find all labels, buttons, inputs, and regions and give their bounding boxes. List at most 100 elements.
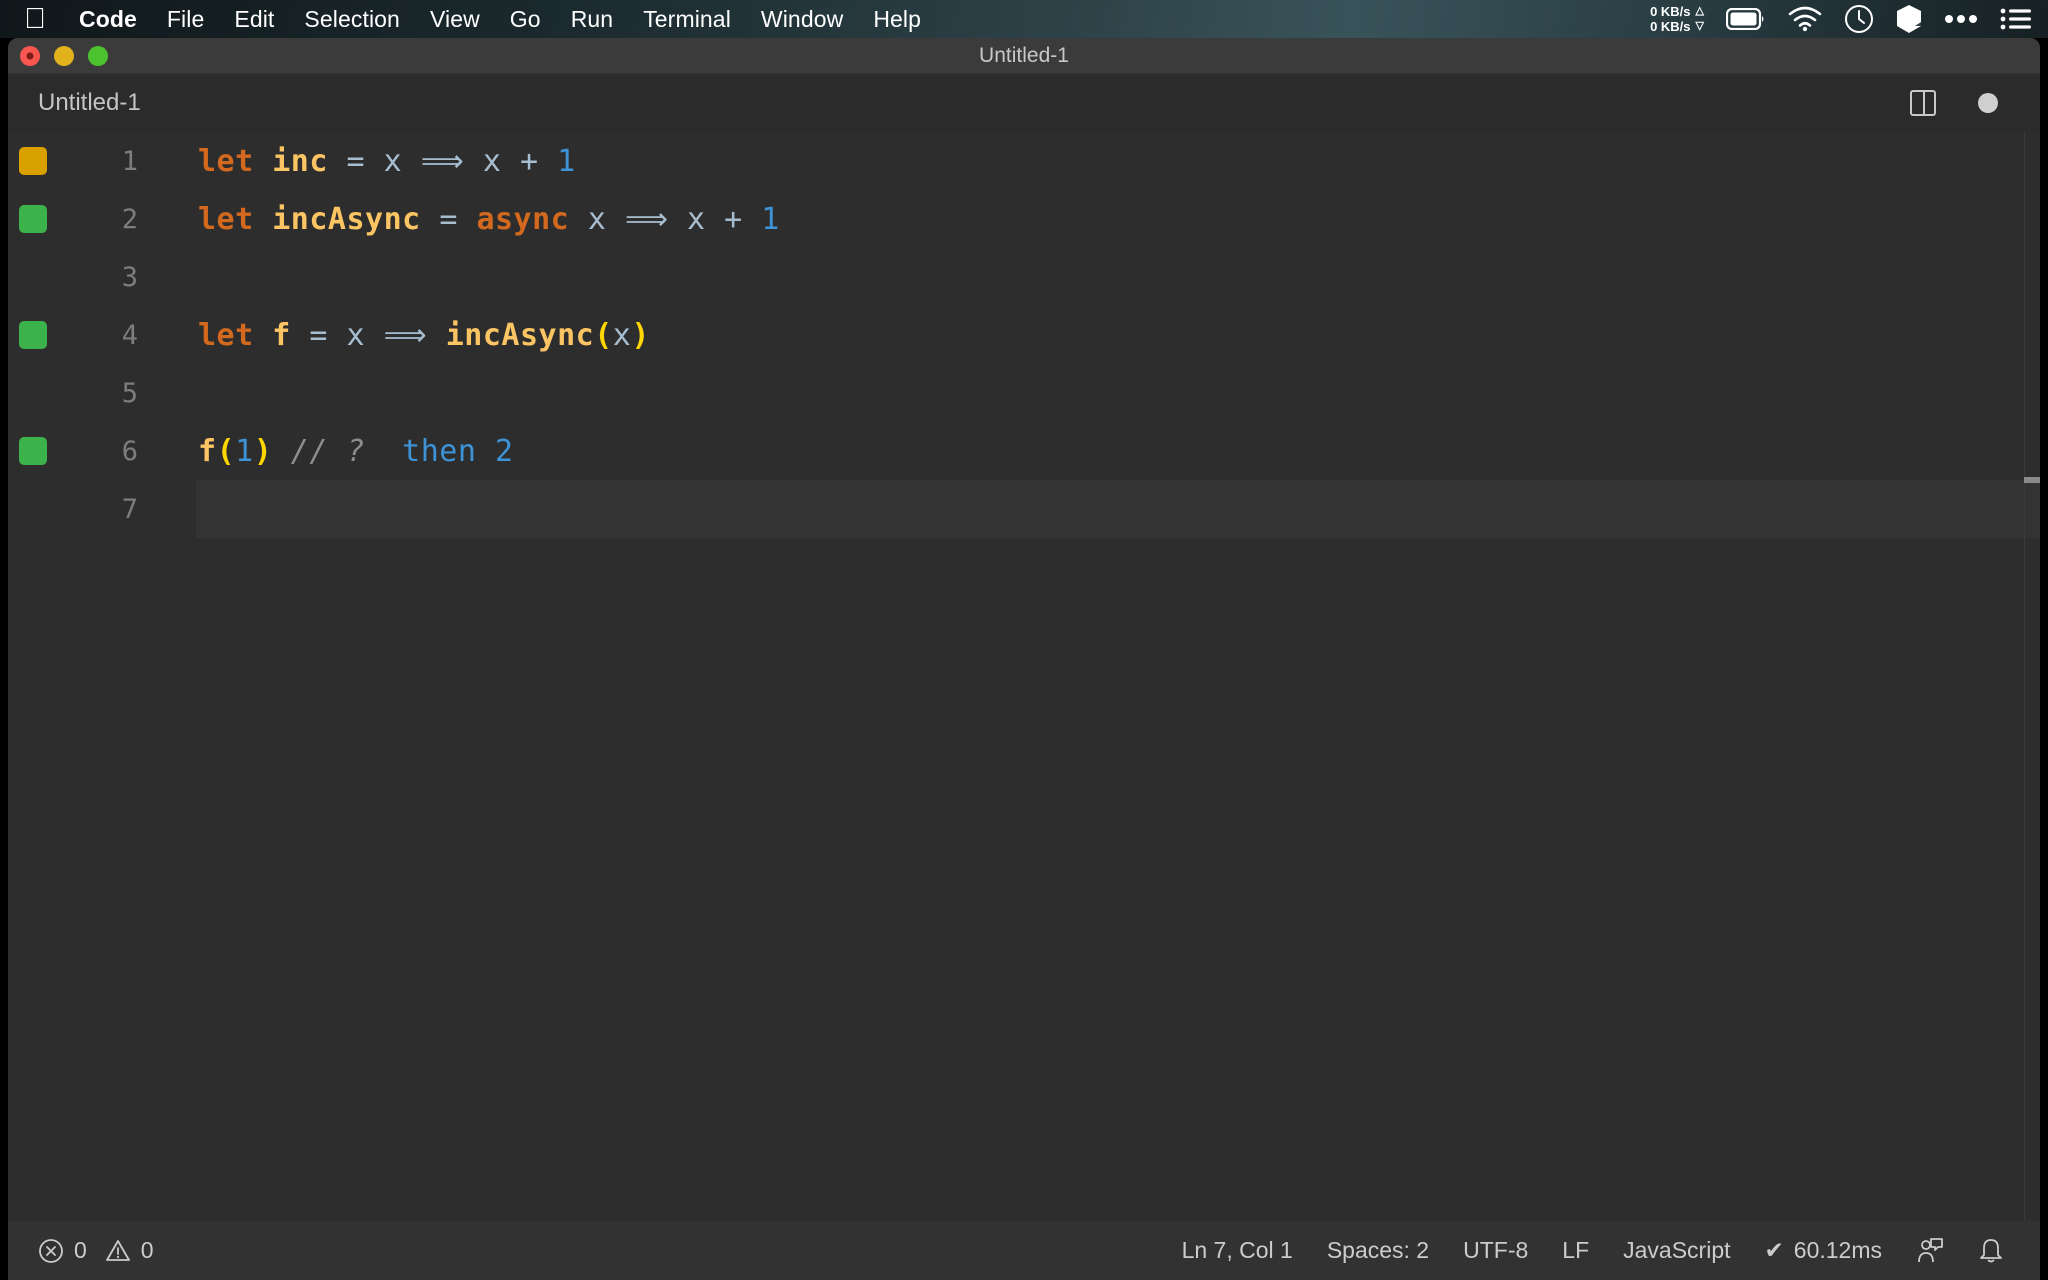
split-editor-icon[interactable] [1910, 90, 1936, 116]
macos-menu-bar:  Code File Edit Selection View Go Run T… [0, 0, 2048, 38]
scrollbar-overview-mark [2024, 477, 2040, 483]
line-number: 5 [121, 377, 138, 409]
code-token: f [272, 317, 310, 353]
menu-item-help[interactable]: Help [858, 6, 936, 33]
warning-icon [105, 1239, 130, 1261]
control-center-icon[interactable] [2000, 7, 2032, 31]
menu-item-view[interactable]: View [415, 6, 495, 33]
line-ending[interactable]: LF [1562, 1237, 1589, 1264]
error-count: 0 [74, 1237, 87, 1263]
code-token: ) [253, 433, 273, 469]
code-line[interactable]: 1 let inc = x ⟹ x + 1 [8, 132, 2040, 190]
code-token: ⟹ [624, 201, 688, 237]
window-title-bar: Untitled-1 [8, 38, 2040, 74]
code-line[interactable]: 6 f(1) // ? then 2 [8, 422, 2040, 480]
code-token: ⟹ [420, 143, 483, 179]
gutter-decoration-green[interactable] [19, 437, 47, 465]
menu-item-run[interactable]: Run [556, 6, 629, 33]
tab-label: Untitled-1 [38, 89, 141, 116]
code-editor[interactable]: 1 let inc = x ⟹ x + 1 2 let incAsync = asyn… [8, 132, 2040, 1221]
unsaved-indicator-dot[interactable] [1978, 93, 1998, 113]
menu-item-code[interactable]: Code [64, 6, 152, 33]
menu-item-file[interactable]: File [152, 6, 219, 33]
line-number: 6 [121, 435, 138, 467]
battery-icon[interactable] [1726, 8, 1766, 30]
feedback-icon[interactable] [1916, 1237, 1944, 1265]
tab-untitled-1[interactable]: Untitled-1 [8, 74, 163, 132]
warning-count: 0 [140, 1237, 154, 1263]
status-bar-left: 0 0 [8, 1237, 154, 1264]
code-token: = [346, 143, 384, 179]
code-token: + [724, 201, 762, 237]
code-token: 2 [495, 433, 514, 469]
menu-item-terminal[interactable]: Terminal [628, 6, 746, 33]
code-token: async [476, 201, 588, 237]
line-number: 1 [121, 145, 138, 177]
code-token: incAsync [445, 317, 595, 353]
code-token: x [482, 143, 520, 179]
code-text: let f = x ⟹ incAsync(x) [198, 318, 650, 353]
network-upload-value: 0 KB/s [1650, 4, 1691, 19]
cursor-position[interactable]: Ln 7, Col 1 [1182, 1237, 1293, 1264]
code-token: incAsync [272, 201, 440, 237]
code-text: f(1) // ? then 2 [198, 434, 514, 469]
window-title: Untitled-1 [979, 43, 1069, 67]
gutter-decoration-green[interactable] [19, 205, 47, 233]
clock-icon[interactable] [1844, 4, 1874, 34]
code-token: // ? [272, 433, 366, 469]
execution-timing[interactable]: ✔ 60.12ms [1765, 1237, 1883, 1264]
menu-item-go[interactable]: Go [495, 6, 556, 33]
menu-item-edit[interactable]: Edit [219, 6, 289, 33]
current-line-highlight [196, 480, 2040, 538]
upload-arrow-icon: △ [1695, 5, 1704, 17]
code-token: x [587, 201, 625, 237]
code-token: let [198, 143, 273, 179]
code-token: inc [272, 143, 347, 179]
code-token: 1 [557, 143, 576, 179]
line-number: 3 [121, 261, 138, 293]
editor-actions [1910, 90, 2040, 116]
editor-tab-bar: Untitled-1 [8, 74, 2040, 132]
code-token: ) [631, 317, 650, 353]
language-mode[interactable]: JavaScript [1623, 1237, 1730, 1264]
file-encoding[interactable]: UTF-8 [1463, 1237, 1528, 1264]
indentation-setting[interactable]: Spaces: 2 [1327, 1237, 1429, 1264]
menu-item-selection[interactable]: Selection [289, 6, 415, 33]
problems-indicator[interactable]: 0 0 [38, 1237, 154, 1264]
error-icon [39, 1238, 63, 1263]
line-number: 7 [121, 493, 138, 525]
download-arrow-icon: ▽ [1695, 20, 1704, 32]
code-line[interactable]: 4 let f = x ⟹ incAsync(x) [8, 306, 2040, 364]
check-icon: ✔ [1764, 1237, 1784, 1263]
wifi-icon[interactable] [1788, 6, 1822, 32]
cube-icon[interactable] [1896, 4, 1922, 34]
code-text: let inc = x ⟹ x + 1 [198, 144, 576, 179]
code-token: x [612, 317, 632, 353]
code-line[interactable]: 3 [8, 248, 2040, 306]
menu-item-window[interactable]: Window [746, 6, 858, 33]
code-token: 1 [235, 433, 254, 469]
gutter-decoration-orange[interactable] [19, 147, 47, 175]
ellipsis-icon[interactable] [1944, 14, 1978, 24]
code-line[interactable]: 5 [8, 364, 2040, 422]
code-token: ( [594, 317, 613, 353]
code-token: x [346, 317, 384, 353]
code-token: f [198, 433, 217, 469]
notifications-bell-icon[interactable] [1978, 1237, 2004, 1265]
editor-scrollbar[interactable] [2024, 132, 2040, 1221]
vscode-window: Untitled-1 Untitled-1 1 let inc = x ⟹ x +… [8, 38, 2040, 1280]
network-download-value: 0 KB/s [1650, 19, 1691, 34]
code-token: ( [216, 433, 236, 469]
code-line[interactable]: 2 let incAsync = async x ⟹ x + 1 [8, 190, 2040, 248]
network-speed-indicator[interactable]: 0 KB/s 0 KB/s △ ▽ [1650, 4, 1704, 34]
code-token: + [519, 143, 558, 179]
code-token: let [198, 317, 273, 353]
apple-logo-icon[interactable]:  [22, 4, 48, 34]
code-token: then [365, 433, 495, 469]
code-line[interactable]: 7 [8, 480, 2040, 538]
gutter-decoration-green[interactable] [19, 321, 47, 349]
code-text: let incAsync = async x ⟹ x + 1 [198, 202, 780, 237]
code-lines-container: 1 let inc = x ⟹ x + 1 2 let incAsync = asyn… [8, 132, 2040, 538]
line-number: 4 [121, 319, 138, 351]
status-bar: 0 0 Ln 7, Col 1 Spaces: 2 UTF-8 LF JavaS… [8, 1221, 2040, 1280]
